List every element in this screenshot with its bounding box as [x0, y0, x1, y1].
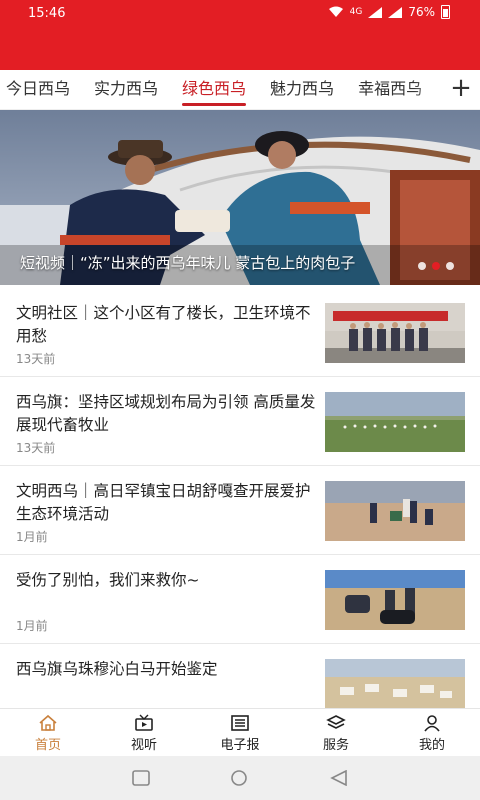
nav-newspaper[interactable]: 电子报	[192, 709, 288, 756]
home-icon	[39, 714, 57, 731]
banner-dot[interactable]	[446, 262, 454, 270]
news-thumbnail	[325, 392, 465, 452]
banner-caption: 短视频｜“冻”出来的西乌年味儿 蒙古包上的肉包子	[20, 254, 356, 272]
bottom-nav: 首页 视听 电子报 服务 我的	[0, 708, 480, 756]
network-label: 4G	[349, 7, 363, 17]
banner-dot[interactable]	[418, 262, 426, 270]
add-tab-button[interactable]: +	[442, 70, 480, 109]
tab-scroll[interactable]: 今日西乌 实力西乌 绿色西乌 魅力西乌 幸福西乌	[0, 70, 434, 109]
wifi-icon	[328, 6, 343, 17]
signal-icon-2	[388, 6, 403, 18]
news-title: 文明西乌｜高日罕镇宝日胡舒嘎查开展爱护生态环境活动	[16, 482, 311, 523]
nav-label: 服务	[322, 738, 349, 753]
nav-service[interactable]: 服务	[288, 709, 384, 756]
recents-icon[interactable]	[132, 770, 150, 786]
status-icons: 4G 76%	[328, 5, 450, 19]
news-time: 13天前	[16, 441, 56, 455]
nav-label: 电子报	[220, 738, 260, 753]
back-icon[interactable]	[330, 770, 348, 786]
signal-icon	[368, 6, 383, 18]
news-time: 13天前	[16, 352, 56, 366]
banner-pagination	[418, 262, 454, 270]
news-title: 受伤了别怕，我们来救你~	[16, 571, 200, 589]
status-bar: 15:46 4G 76%	[0, 0, 480, 28]
banner-dot-active[interactable]	[432, 262, 440, 270]
news-item[interactable]: 西乌旗：坚持区域规划布局为引领 高质量发展现代畜牧业 13天前	[0, 377, 480, 466]
status-time: 15:46	[28, 6, 66, 21]
nav-home[interactable]: 首页	[0, 709, 96, 756]
news-item[interactable]: 受伤了别怕，我们来救你~ 1月前	[0, 555, 480, 644]
news-title: 文明社区｜这个小区有了楼长，卫生环境不用愁	[16, 304, 311, 345]
layers-icon	[326, 715, 346, 729]
user-icon	[424, 715, 440, 732]
tab-strength[interactable]: 实力西乌	[82, 70, 170, 109]
news-item[interactable]: 文明社区｜这个小区有了楼长，卫生环境不用愁 13天前	[0, 288, 480, 377]
system-nav-bar	[0, 756, 480, 800]
tab-green[interactable]: 绿色西乌	[170, 70, 258, 109]
news-time: 1月前	[16, 530, 48, 544]
video-icon	[135, 714, 153, 731]
tab-today[interactable]: 今日西乌	[0, 70, 82, 109]
news-thumbnail	[325, 481, 465, 541]
nav-label: 首页	[34, 738, 61, 753]
tab-charm[interactable]: 魅力西乌	[258, 70, 346, 109]
news-time: 1月前	[16, 619, 48, 633]
tab-fade	[414, 70, 444, 109]
news-title: 西乌旗：坚持区域规划布局为引领 高质量发展现代畜牧业	[16, 393, 316, 434]
news-title: 西乌旗乌珠穆沁白马开始鉴定	[16, 660, 218, 678]
home-circle-icon[interactable]	[230, 770, 248, 786]
battery-icon	[441, 5, 450, 19]
channel-tab-bar: 今日西乌 实力西乌 绿色西乌 魅力西乌 幸福西乌 +	[0, 70, 480, 110]
newspaper-icon	[231, 715, 249, 731]
news-thumbnail	[325, 303, 465, 363]
nav-label: 我的	[418, 738, 445, 753]
nav-label: 视听	[130, 738, 157, 753]
nav-video[interactable]: 视听	[96, 709, 192, 756]
battery-percent: 76%	[408, 5, 435, 19]
featured-banner[interactable]: 短视频｜“冻”出来的西乌年味儿 蒙古包上的肉包子	[0, 110, 480, 285]
nav-mine[interactable]: 我的	[384, 709, 480, 756]
news-thumbnail	[325, 570, 465, 630]
news-item[interactable]: 文明西乌｜高日罕镇宝日胡舒嘎查开展爱护生态环境活动 1月前	[0, 466, 480, 555]
news-list: 文明社区｜这个小区有了楼长，卫生环境不用愁 13天前 西乌旗：坚持区域规划布局为…	[0, 288, 480, 733]
